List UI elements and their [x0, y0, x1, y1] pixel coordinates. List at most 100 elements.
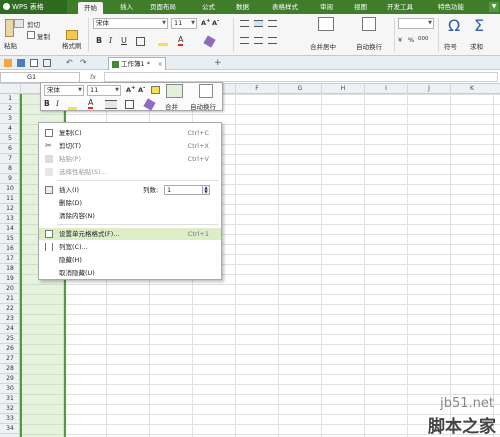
spinner-icon[interactable]: ▲ ▼: [202, 186, 209, 194]
row-header-27[interactable]: 27: [0, 354, 20, 364]
menu-item-copy[interactable]: 复制(C) Ctrl+C: [39, 127, 221, 139]
mini-font-name-select[interactable]: 宋体 ▼: [44, 85, 84, 96]
mini-bold-button[interactable]: B: [44, 99, 50, 108]
sum-icon[interactable]: Σ: [474, 16, 484, 35]
mini-wrap-button[interactable]: 自动换行: [190, 101, 216, 111]
row-header-8[interactable]: 8: [0, 164, 20, 174]
align-left-icon[interactable]: [240, 37, 249, 44]
row-header-25[interactable]: 25: [0, 334, 20, 344]
menu-item-unhide[interactable]: 取消隐藏(U): [39, 267, 221, 279]
mini-font-color-icon[interactable]: A: [88, 98, 94, 109]
mini-font-size-select[interactable]: 11 ▼: [87, 85, 121, 96]
shrink-font-button[interactable]: A-: [212, 18, 219, 27]
mini-border-icon[interactable]: [125, 100, 134, 109]
mini-clear-format-icon[interactable]: [143, 98, 156, 111]
menu-item-paste-special[interactable]: 选择性粘贴(S)...: [39, 166, 221, 178]
print-icon[interactable]: [30, 59, 38, 67]
app-menu-button[interactable]: WPS 表格 ▼: [0, 0, 499, 14]
open-folder-icon[interactable]: [4, 59, 12, 67]
row-header-1[interactable]: 1: [0, 94, 20, 104]
new-tab-icon[interactable]: +: [214, 58, 222, 68]
app-menu-dropdown[interactable]: ▼: [489, 2, 499, 12]
row-header-11[interactable]: 11: [0, 194, 20, 204]
merge-center-icon[interactable]: [318, 17, 334, 31]
mini-wrap-icon[interactable]: [199, 84, 213, 98]
paste-icon[interactable]: [5, 19, 14, 37]
row-header-33[interactable]: 33: [0, 414, 20, 424]
row-header-7[interactable]: 7: [0, 154, 20, 164]
fill-color-icon[interactable]: [158, 37, 168, 46]
row-header-13[interactable]: 13: [0, 214, 20, 224]
tab-formulas[interactable]: 公式: [202, 0, 215, 14]
sum-button[interactable]: 求和: [470, 41, 483, 51]
mini-align-center-icon[interactable]: [105, 100, 117, 109]
align-right-icon[interactable]: [268, 37, 277, 44]
row-header-28[interactable]: 28: [0, 364, 20, 374]
insert-count-input[interactable]: 1 ▲ ▼: [164, 185, 210, 195]
row-header-19[interactable]: 19: [0, 274, 20, 284]
row-header-2[interactable]: 2: [0, 104, 20, 114]
column-header-h[interactable]: H: [321, 84, 364, 94]
underline-button[interactable]: U: [121, 36, 127, 45]
formula-input[interactable]: [104, 72, 498, 82]
clear-format-icon[interactable]: [203, 35, 216, 48]
menu-item-cut[interactable]: ✂ 剪切(T) Ctrl+X: [39, 140, 221, 152]
tab-home[interactable]: 开始: [78, 2, 103, 14]
row-header-30[interactable]: 30: [0, 384, 20, 394]
tab-insert[interactable]: 插入: [120, 0, 133, 14]
wrap-text-button[interactable]: 自动换行: [356, 41, 382, 51]
mini-merge-icon[interactable]: [166, 84, 183, 98]
menu-item-insert[interactable]: 插入(I) 列数: 1 ▲ ▼: [39, 184, 221, 196]
mini-grow-font-button[interactable]: A+: [126, 85, 136, 94]
tab-view[interactable]: 视图: [354, 0, 367, 14]
document-tab[interactable]: 工作簿1 * ×: [108, 57, 166, 70]
copy-button[interactable]: 复制: [37, 31, 50, 41]
menu-item-format-cells[interactable]: 设置单元格格式(F)... Ctrl+1: [39, 228, 221, 240]
row-header-18[interactable]: 18: [0, 264, 20, 274]
menu-item-clear-contents[interactable]: 清除内容(N): [39, 210, 221, 222]
row-header-4[interactable]: 4: [0, 124, 20, 134]
row-header-32[interactable]: 32: [0, 404, 20, 414]
italic-button[interactable]: I: [109, 36, 112, 45]
column-header-k[interactable]: K: [450, 84, 493, 94]
fx-icon[interactable]: fx: [90, 73, 96, 81]
paste-button[interactable]: 粘贴: [4, 40, 17, 50]
row-header-21[interactable]: 21: [0, 294, 20, 304]
row-header-5[interactable]: 5: [0, 134, 20, 144]
row-header-22[interactable]: 22: [0, 304, 20, 314]
undo-icon[interactable]: ↶: [66, 58, 73, 67]
row-header-23[interactable]: 23: [0, 314, 20, 324]
row-header-3[interactable]: 3: [0, 114, 20, 124]
row-header-12[interactable]: 12: [0, 204, 20, 214]
merge-center-button[interactable]: 合并居中: [310, 41, 336, 51]
border-icon[interactable]: [136, 37, 145, 46]
column-header-f[interactable]: F: [235, 84, 278, 94]
mini-italic-button[interactable]: I: [56, 99, 59, 108]
grow-font-button[interactable]: A+: [201, 18, 211, 27]
row-header-15[interactable]: 15: [0, 234, 20, 244]
bold-button[interactable]: B: [96, 36, 102, 45]
tab-table-style[interactable]: 表格样式: [272, 0, 298, 14]
print-preview-icon[interactable]: [43, 59, 51, 67]
format-painter-button[interactable]: 格式刷: [62, 40, 82, 50]
percent-button[interactable]: %: [408, 36, 414, 44]
row-header-34[interactable]: 34: [0, 424, 20, 434]
menu-item-delete[interactable]: 删除(D): [39, 197, 221, 209]
row-header-14[interactable]: 14: [0, 224, 20, 234]
wrap-text-icon[interactable]: [362, 17, 376, 31]
font-color-icon[interactable]: A: [178, 35, 184, 46]
row-header-24[interactable]: 24: [0, 324, 20, 334]
thousand-separator-button[interactable]: 000: [418, 36, 429, 42]
row-header-17[interactable]: 17: [0, 254, 20, 264]
row-header-29[interactable]: 29: [0, 374, 20, 384]
row-header-26[interactable]: 26: [0, 344, 20, 354]
menu-item-column-width[interactable]: 列宽(C)...: [39, 241, 221, 253]
save-icon[interactable]: [17, 59, 25, 67]
row-header-10[interactable]: 10: [0, 184, 20, 194]
tab-special[interactable]: 特色功能: [438, 0, 464, 14]
tab-review[interactable]: 审阅: [320, 0, 333, 14]
redo-icon[interactable]: ↷: [80, 58, 87, 67]
align-center-icon[interactable]: [254, 37, 263, 44]
symbol-icon[interactable]: Ω: [448, 16, 460, 35]
currency-button[interactable]: ¥: [398, 36, 402, 44]
